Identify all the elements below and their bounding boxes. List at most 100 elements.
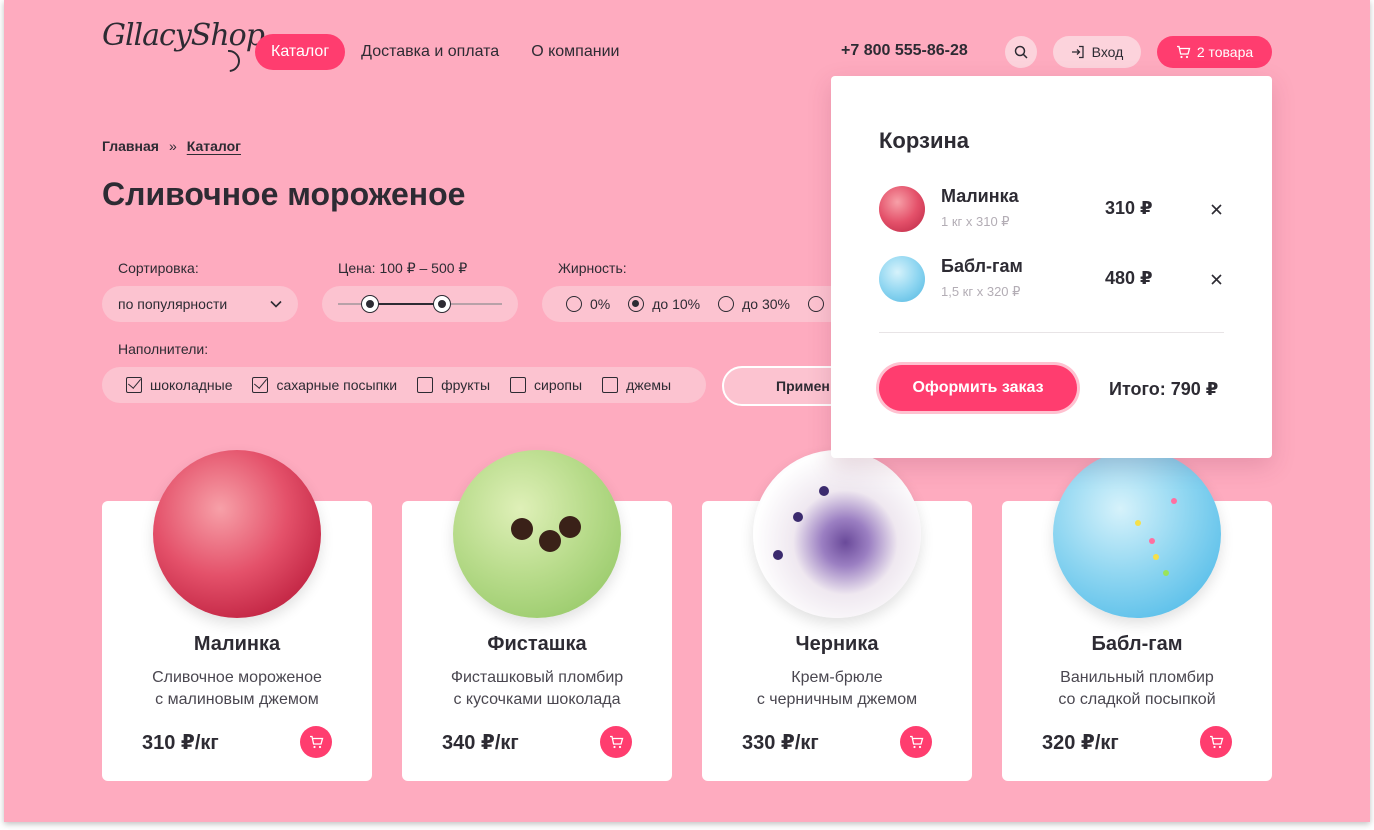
radio-button[interactable]: [566, 296, 582, 312]
radio-button[interactable]: [807, 296, 824, 312]
product-desc-line: с кусочками шоколада: [453, 691, 621, 708]
product-description: Фисташковый пломбир с кусочками шоколада: [402, 667, 672, 711]
search-button[interactable]: [1005, 36, 1037, 68]
product-name[interactable]: Малинка: [102, 633, 372, 656]
fat-option-label: до 30%: [742, 296, 790, 312]
cart-icon: [909, 735, 923, 749]
checkbox-checked[interactable]: [252, 377, 269, 393]
cart-item-price: 310 ₽: [1105, 198, 1153, 218]
price-min-handle[interactable]: [362, 296, 378, 312]
product-image-bubblegum[interactable]: [1053, 450, 1221, 618]
product-price: 330 ₽/кг: [742, 732, 819, 754]
cart-total: Итого: 790 ₽: [1109, 379, 1219, 399]
search-icon: [1014, 45, 1028, 59]
nav-about[interactable]: О компании: [515, 34, 635, 70]
product-image-pistachio[interactable]: [453, 450, 621, 618]
breadcrumb-home[interactable]: Главная: [102, 138, 159, 154]
filler-syrups[interactable]: сиропы: [510, 377, 582, 393]
filler-fruits[interactable]: фрукты: [417, 377, 490, 393]
fat-option-30[interactable]: до 30%: [718, 296, 790, 312]
cart-item-price: 480 ₽: [1105, 268, 1153, 288]
add-to-cart-button[interactable]: [1200, 726, 1232, 758]
sprinkle: [1171, 498, 1177, 504]
remove-item-button[interactable]: [1207, 200, 1225, 218]
price-slider: [322, 286, 518, 322]
fat-option-label: до 10%: [652, 296, 701, 312]
product-price: 310 ₽/кг: [142, 732, 219, 754]
chevron-down-icon: [270, 300, 282, 308]
main-nav: Каталог Доставка и оплата О компании: [255, 34, 635, 70]
filler-chocolate[interactable]: шоколадные: [126, 377, 232, 393]
page-title: Сливочное мороженое: [102, 176, 466, 212]
chocolate-chip: [511, 518, 533, 540]
breadcrumb-separator: »: [168, 138, 177, 154]
sprinkle: [1135, 520, 1141, 526]
fat-option-label: 0%: [590, 296, 611, 312]
nav-delivery[interactable]: Доставка и оплата: [345, 34, 515, 70]
radio-button[interactable]: [718, 296, 735, 312]
product-price: 340 ₽/кг: [442, 732, 519, 754]
cart-button[interactable]: 2 товара: [1157, 36, 1272, 68]
cart-icon: [609, 735, 623, 749]
price-track-fill: [370, 303, 442, 305]
blueberry-swirl: [793, 512, 803, 522]
product-desc-line: Фисташковый пломбир: [450, 669, 624, 686]
add-to-cart-button[interactable]: [300, 726, 332, 758]
cart-icon: [309, 735, 323, 749]
product-image-blueberry[interactable]: [753, 450, 921, 618]
login-button[interactable]: Вход: [1053, 36, 1141, 68]
fat-label: Жирность:: [558, 260, 627, 276]
checkout-button[interactable]: Оформить заказ: [879, 365, 1077, 411]
price-label: Цена: 100 ₽ – 500 ₽: [338, 260, 468, 276]
filler-sprinkles[interactable]: сахарные посыпки: [252, 377, 397, 393]
radio-button-selected[interactable]: [628, 296, 645, 312]
fat-radio-group: 0% до 10% до 30%: [542, 286, 862, 322]
phone-number[interactable]: +7 800 555-86-28: [841, 42, 968, 60]
checkbox[interactable]: [417, 377, 434, 393]
add-to-cart-button[interactable]: [600, 726, 632, 758]
cart-icon: [1209, 735, 1223, 749]
breadcrumb: Главная » Каталог: [102, 138, 241, 154]
sprinkle: [1153, 554, 1159, 560]
remove-item-button[interactable]: [1207, 270, 1225, 288]
product-name[interactable]: Фисташка: [402, 633, 672, 656]
fat-option-0[interactable]: 0%: [566, 296, 610, 312]
sprinkle: [1163, 570, 1169, 576]
fillers-checkbox-group: шоколадные сахарные посыпки фрукты сироп…: [102, 367, 706, 403]
cart-item-name: Малинка: [941, 186, 1019, 206]
cart-item: Малинка 1 кг х 310 ₽ 310 ₽: [879, 186, 1224, 232]
cart-item-thumbnail: [879, 186, 925, 232]
checkbox-checked[interactable]: [126, 377, 142, 393]
filler-jams[interactable]: джемы: [602, 377, 671, 393]
blueberry-swirl: [773, 550, 783, 560]
chocolate-chip: [539, 530, 561, 552]
filler-label: сиропы: [534, 377, 583, 393]
sort-value: по популярности: [118, 296, 228, 312]
fat-option-10[interactable]: до 10%: [628, 296, 700, 312]
add-to-cart-button[interactable]: [900, 726, 932, 758]
product-desc-line: с черничным джемом: [756, 691, 918, 708]
nav-catalog[interactable]: Каталог: [255, 34, 346, 70]
product-desc-line: с малиновым джемом: [155, 691, 319, 708]
logo[interactable]: GllacyShop: [102, 18, 265, 53]
cart-item-name: Бабл-гам: [941, 256, 1023, 276]
price-max-handle[interactable]: [434, 296, 450, 312]
product-description: Крем-брюле с черничным джемом: [702, 667, 972, 711]
product-name[interactable]: Бабл-гам: [1002, 633, 1272, 656]
close-icon: [1210, 203, 1222, 215]
breadcrumb-current[interactable]: Каталог: [187, 138, 241, 154]
login-label: Вход: [1091, 44, 1124, 60]
checkbox[interactable]: [510, 377, 527, 393]
cart-item-thumbnail: [879, 256, 925, 302]
sort-select[interactable]: по популярности: [102, 286, 298, 322]
fillers-label: Наполнители:: [118, 341, 209, 357]
fat-option-more[interactable]: [807, 296, 824, 312]
page: GllacyShop Каталог Доставка и оплата О к…: [4, 0, 1370, 822]
product-desc-line: Крем-брюле: [791, 669, 883, 686]
product-name[interactable]: Черника: [702, 633, 972, 656]
product-image-raspberry[interactable]: [153, 450, 321, 618]
product-price: 320 ₽/кг: [1042, 732, 1119, 754]
cart-title: Корзина: [879, 128, 969, 153]
product-description: Ванильный пломбир со сладкой посыпкой: [1002, 667, 1272, 711]
checkbox[interactable]: [602, 377, 619, 393]
